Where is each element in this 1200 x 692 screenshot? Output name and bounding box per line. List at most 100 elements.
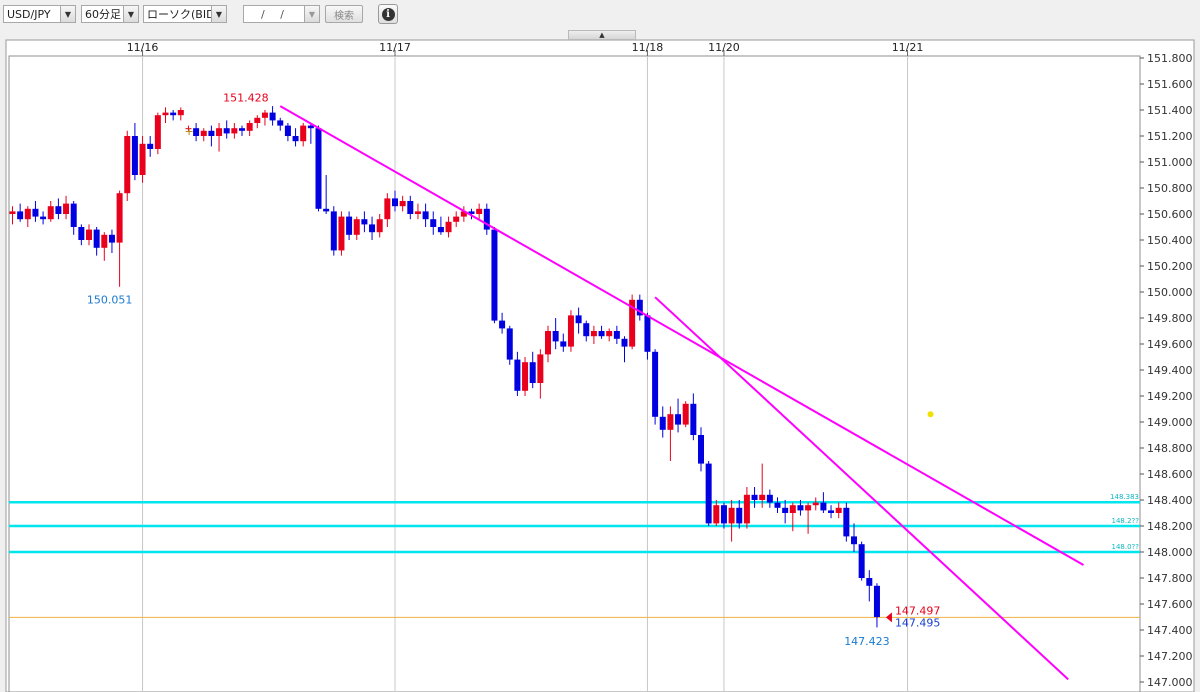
- candle-body: [40, 216, 47, 220]
- candle-body: [200, 130, 207, 136]
- candle-body: [843, 507, 850, 537]
- candle-body: [261, 112, 268, 118]
- candle-body: [828, 510, 835, 513]
- candle-body: [567, 315, 574, 347]
- candle-body: [675, 414, 682, 425]
- candle-body: [78, 227, 85, 240]
- date-tick-label: 11/18: [632, 41, 664, 54]
- candle-body: [751, 494, 758, 500]
- cross-marker: +: [184, 125, 193, 138]
- candle-body: [705, 463, 712, 524]
- price-tick-label: 151.200: [1147, 130, 1193, 143]
- high-price-label: 151.428: [223, 91, 269, 104]
- price-tick-label: 150.600: [1147, 208, 1193, 221]
- candle-body: [116, 193, 123, 243]
- candle-body: [873, 585, 880, 617]
- candle-body: [307, 125, 314, 129]
- candle-body: [47, 206, 54, 220]
- candle-body: [414, 211, 421, 214]
- candle-body: [644, 315, 651, 352]
- candle-body: [254, 117, 261, 123]
- candle-body: [621, 338, 628, 347]
- candle-body: [782, 507, 789, 513]
- candle-body: [529, 362, 536, 383]
- candle-body: [851, 536, 857, 545]
- candle-body: [736, 507, 743, 524]
- candle-body: [598, 331, 605, 337]
- price-tick-label: 150.800: [1147, 182, 1193, 195]
- candle-body: [522, 362, 529, 391]
- candle-body: [407, 201, 414, 214]
- candle-body: [193, 128, 200, 136]
- candle-body: [590, 331, 597, 337]
- support-line-label: 148.2??: [1112, 517, 1140, 525]
- candle-body: [292, 136, 299, 142]
- candle-body: [284, 125, 291, 136]
- candle-body: [866, 578, 873, 586]
- candle-body: [399, 201, 406, 207]
- price-tick-label: 147.800: [1147, 572, 1193, 585]
- candle-body: [338, 216, 345, 251]
- bid-price-label: 147.495: [895, 616, 941, 629]
- price-tick-label: 148.000: [1147, 546, 1193, 559]
- candle-body: [560, 341, 567, 347]
- candle-body: [300, 125, 307, 142]
- price-tick-label: 148.200: [1147, 520, 1193, 533]
- candle-body: [369, 224, 376, 233]
- candle-body: [698, 435, 704, 464]
- candle-body: [277, 120, 284, 126]
- candle-body: [32, 208, 39, 217]
- candle-body: [483, 208, 490, 230]
- candle-body: [131, 136, 138, 175]
- candle-body: [759, 494, 766, 500]
- low-price-label: 147.423: [844, 635, 890, 648]
- candle-body: [659, 416, 666, 430]
- candle-body: [575, 315, 582, 324]
- candle-body: [9, 211, 16, 214]
- candle-body: [239, 128, 245, 131]
- candle-body: [170, 112, 177, 116]
- plot-area: [8, 55, 1141, 692]
- price-tick-label: 149.400: [1147, 364, 1193, 377]
- candle-body: [124, 136, 131, 194]
- candle-body: [820, 502, 827, 511]
- low-price-label: 150.051: [87, 293, 133, 306]
- candle-body: [246, 123, 253, 131]
- candle-body: [147, 143, 154, 149]
- candle-body: [315, 128, 322, 209]
- price-tick-label: 148.600: [1147, 468, 1193, 481]
- price-tick-label: 151.000: [1147, 156, 1193, 169]
- candle-body: [537, 354, 544, 383]
- candle-body: [376, 219, 383, 233]
- candle-body: [330, 211, 337, 251]
- candle-body: [101, 234, 108, 248]
- chevron-up-icon: ▲: [599, 31, 605, 39]
- candle-body: [445, 221, 452, 233]
- candle-body: [774, 502, 781, 508]
- candle-body: [545, 331, 551, 355]
- price-tick-label: 149.800: [1147, 312, 1193, 325]
- candle-body: [70, 203, 77, 227]
- date-tick-label: 11/20: [708, 41, 740, 54]
- candle-body: [743, 494, 750, 524]
- candle-body: [789, 505, 796, 513]
- candlestick-chart[interactable]: 11/16 11/17 11/18 11/20 11/21 151.800 151.600…: [0, 0, 1200, 692]
- candle-body: [805, 505, 812, 511]
- candle-body: [231, 128, 238, 134]
- candle-body: [139, 143, 146, 175]
- collapse-toolbar-button[interactable]: ▲: [568, 30, 636, 40]
- candle-body: [63, 203, 70, 214]
- candle-body: [499, 320, 506, 329]
- candle-body: [667, 414, 674, 430]
- candle-body: [506, 328, 513, 360]
- candle-body: [652, 351, 659, 417]
- price-tick-label: 148.400: [1147, 494, 1193, 507]
- candle-body: [162, 112, 169, 116]
- candle-body: [613, 331, 620, 339]
- candle-body: [430, 219, 437, 227]
- candle-body: [384, 198, 391, 220]
- marker-dot: [927, 411, 934, 418]
- price-tick-label: 147.600: [1147, 598, 1193, 611]
- price-tick-label: 151.600: [1147, 78, 1193, 91]
- candle-body: [86, 229, 92, 240]
